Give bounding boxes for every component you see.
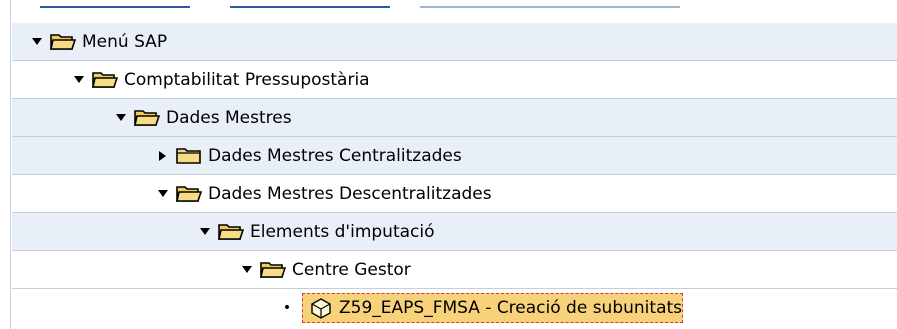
expand-arrow-icon[interactable] (240, 263, 254, 277)
tree-node-transaction-z59[interactable]: • Z59_EAPS_FMSA - Creació de subunitats (12, 289, 897, 327)
tree-node-label: Menú SAP (82, 31, 168, 52)
menu-tree: Menú SAP Comptabilitat Pressupostària Da… (12, 23, 897, 327)
tree-node-label: Dades Mestres Centralitzades (208, 145, 462, 166)
top-strip-line (420, 6, 680, 8)
tree-node-dades-mestres-descentralitzades[interactable]: Dades Mestres Descentralitzades (12, 175, 897, 213)
expand-arrow-icon[interactable] (30, 35, 44, 49)
tree-node-label: Centre Gestor (292, 259, 411, 280)
tree-node-menu-sap[interactable]: Menú SAP (12, 23, 897, 61)
tree-node-comptabilitat-pressupostaria[interactable]: Comptabilitat Pressupostària (12, 61, 897, 99)
tree-node-elements-imputacio[interactable]: Elements d'imputació (12, 213, 897, 251)
folder-closed-icon (176, 147, 201, 164)
transaction-icon (311, 298, 331, 319)
folder-open-icon (218, 223, 244, 240)
tree-node-label: Elements d'imputació (250, 221, 435, 242)
leaf-bullet-icon: • (282, 300, 292, 316)
tree-node-dades-mestres-centralitzades[interactable]: Dades Mestres Centralitzades (12, 137, 897, 175)
folder-open-icon (92, 71, 118, 88)
top-strip-line (40, 6, 190, 8)
tree-node-centre-gestor[interactable]: Centre Gestor (12, 251, 897, 289)
selected-transaction[interactable]: Z59_EAPS_FMSA - Creació de subunitats (302, 293, 684, 323)
tree-node-label: Dades Mestres Descentralitzades (208, 183, 492, 204)
expand-arrow-icon[interactable] (72, 73, 86, 87)
tree-node-label: Comptabilitat Pressupostària (124, 69, 370, 90)
top-strip-line (230, 6, 390, 8)
folder-open-icon (176, 185, 202, 202)
folder-open-icon (260, 261, 286, 278)
folder-open-icon (134, 109, 160, 126)
expand-arrow-icon[interactable] (114, 111, 128, 125)
folder-open-icon (50, 33, 76, 50)
collapse-arrow-icon[interactable] (156, 149, 170, 163)
expand-arrow-icon[interactable] (198, 225, 212, 239)
left-scroll-edge (0, 0, 11, 329)
tree-node-label: Dades Mestres (166, 107, 292, 128)
tree-node-label: Z59_EAPS_FMSA - Creació de subunitats (339, 298, 683, 318)
tree-node-dades-mestres[interactable]: Dades Mestres (12, 99, 897, 137)
top-strip (0, 0, 897, 14)
expand-arrow-icon[interactable] (156, 187, 170, 201)
